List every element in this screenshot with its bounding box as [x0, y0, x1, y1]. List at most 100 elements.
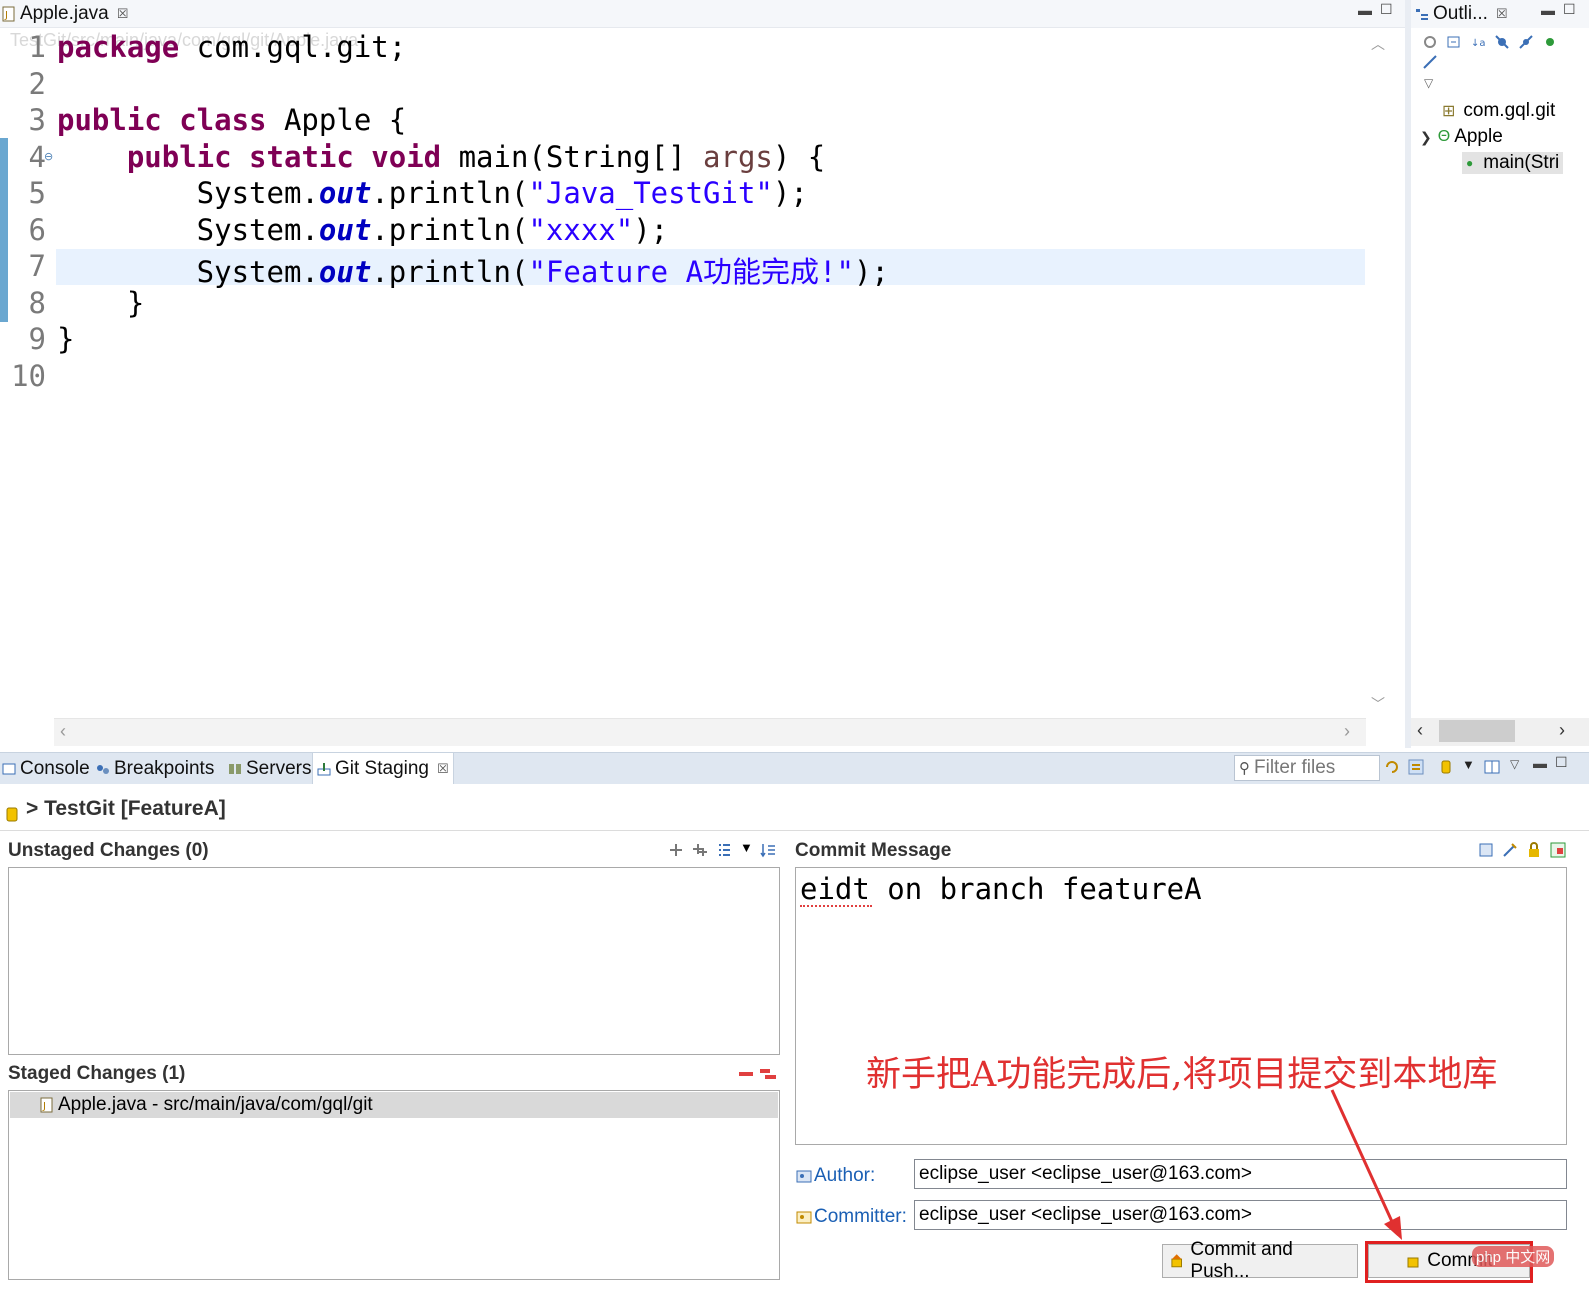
tab-breakpoints[interactable]: Breakpoints: [96, 755, 214, 783]
gpg-sign-icon[interactable]: [1526, 842, 1542, 858]
sync-icon[interactable]: [1422, 34, 1438, 50]
static-field: out: [318, 255, 372, 289]
code-text: );: [633, 213, 669, 247]
maximize-icon[interactable]: ☐: [1563, 1, 1576, 18]
unstaged-toolbar: ▼: [668, 840, 780, 860]
commit-message-text: eidt on branch featureA: [800, 872, 1202, 906]
stage-icon[interactable]: [668, 842, 684, 858]
maximize-icon[interactable]: ☐: [1380, 1, 1393, 18]
tab-label: Servers: [246, 758, 312, 779]
scroll-left-icon[interactable]: ‹: [1417, 720, 1423, 741]
code-text: );: [772, 176, 808, 210]
commit-toolbar: [1478, 842, 1586, 860]
hide-local-types-icon[interactable]: [1422, 54, 1438, 70]
close-icon[interactable]: ☒: [1496, 6, 1508, 22]
vertical-scrollbar[interactable]: ︿ ﹀: [1366, 30, 1390, 718]
sort-icon[interactable]: [760, 842, 776, 858]
close-icon[interactable]: ☒: [437, 761, 449, 777]
signed-off-icon[interactable]: [1502, 842, 1518, 858]
line-number: 9: [28, 322, 46, 356]
minimize-icon[interactable]: ▬: [1533, 755, 1547, 771]
unstage-icon[interactable]: [738, 1066, 754, 1082]
staged-toolbar: [738, 1066, 778, 1082]
tab-servers[interactable]: Servers: [228, 755, 311, 783]
java-file-icon: J: [2, 6, 15, 22]
commit-and-push-button[interactable]: Commit and Push...: [1162, 1239, 1358, 1282]
unstaged-changes-title: Unstaged Changes (0): [8, 840, 209, 861]
staged-changes-title: Staged Changes (1): [8, 1063, 186, 1084]
outline-tab-bar: Outli... ☒ ▬ ☐: [1411, 0, 1589, 28]
tree-view-icon[interactable]: [716, 842, 732, 858]
repository-header: > TestGit [FeatureA]: [6, 796, 226, 822]
tab-apple-java[interactable]: J Apple.java ☒: [2, 0, 128, 28]
tab-label: Console: [20, 758, 90, 779]
view-menu-icon[interactable]: ▽: [1424, 76, 1433, 90]
staged-changes-list[interactable]: J Apple.java - src/main/java/com/gql/git: [8, 1090, 780, 1280]
code-text: );: [853, 255, 889, 289]
static-field: out: [318, 213, 372, 247]
commit-message-title: Commit Message: [795, 840, 952, 861]
tab-label: Git Staging: [335, 758, 429, 779]
chevron-down-icon[interactable]: ❯: [1420, 129, 1432, 146]
unstaged-changes-list[interactable]: [8, 867, 780, 1055]
breakpoints-icon: [97, 765, 109, 774]
chevron-down-icon[interactable]: ▼: [1462, 757, 1475, 772]
scroll-up-icon[interactable]: ︿: [1371, 34, 1385, 54]
filter-files-input[interactable]: ⚲ Filter files: [1234, 755, 1380, 781]
list-item[interactable]: J Apple.java - src/main/java/com/gql/git: [10, 1092, 778, 1118]
scroll-right-icon[interactable]: ›: [1344, 721, 1350, 742]
outline-package[interactable]: ⊞ com.gql.git: [1442, 100, 1555, 122]
stage-all-icon[interactable]: [692, 842, 708, 858]
close-icon[interactable]: ☒: [117, 6, 129, 22]
committer-icon: [796, 1211, 812, 1224]
committer-field[interactable]: eclipse_user <eclipse_user@163.com>: [914, 1200, 1567, 1230]
outline-method[interactable]: ● main(Stri: [1462, 152, 1564, 174]
commit-message-input[interactable]: eidt on branch featureA: [795, 867, 1567, 1145]
fold-collapse-icon[interactable]: ⊖: [44, 150, 53, 163]
staged-file-label: Apple.java - src/main/java/com/gql/git: [58, 1094, 373, 1115]
link-selection-icon[interactable]: [1408, 759, 1424, 775]
unstage-all-icon[interactable]: [760, 1066, 776, 1082]
add-change-id-icon[interactable]: [1550, 842, 1566, 858]
sort-icon[interactable]: ↓a: [1470, 34, 1486, 50]
servers-icon: [229, 764, 241, 774]
public-method-icon: ●: [1466, 156, 1474, 170]
tab-git-staging[interactable]: Git Staging ☒: [312, 753, 454, 785]
line-number: 7: [28, 249, 46, 283]
maximize-icon[interactable]: ☐: [1555, 754, 1568, 771]
watermark: php 中文网: [1472, 1246, 1555, 1267]
code-line-5: System.out.println("Java_TestGit");: [57, 176, 808, 210]
hide-nonpublic-icon[interactable]: [1542, 34, 1558, 50]
string-literal: "Feature A功能完成!": [528, 255, 854, 289]
code-text: .println(: [371, 176, 529, 210]
author-icon: [796, 1170, 812, 1183]
repository-icon[interactable]: [1438, 759, 1454, 775]
outline-icon: [1416, 9, 1428, 20]
scroll-down-icon[interactable]: ﹀: [1371, 694, 1385, 714]
scroll-thumb[interactable]: [1439, 720, 1515, 742]
hide-fields-icon[interactable]: [1494, 34, 1510, 50]
code-line-7: System.out.println("Feature A功能完成!");: [57, 249, 889, 291]
svg-text:J: J: [42, 1101, 46, 1112]
layout-icon[interactable]: [1484, 759, 1500, 775]
minimize-icon[interactable]: ▬: [1358, 2, 1372, 18]
minimize-icon[interactable]: ▬: [1541, 2, 1555, 18]
tab-console[interactable]: Console: [2, 755, 90, 783]
line-number: 10: [11, 359, 46, 393]
view-menu-icon[interactable]: ▽: [1510, 757, 1519, 771]
refresh-icon[interactable]: [1384, 759, 1400, 775]
amend-icon[interactable]: [1478, 842, 1494, 858]
author-field[interactable]: eclipse_user <eclipse_user@163.com>: [914, 1159, 1567, 1189]
chevron-down-icon[interactable]: ▼: [740, 840, 753, 855]
tab-label: Apple.java: [20, 3, 109, 24]
scroll-left-icon[interactable]: ‹: [60, 721, 66, 742]
collapse-all-icon[interactable]: [1446, 34, 1462, 50]
code-line-4: public static void main(String[] args) {: [57, 140, 825, 174]
horizontal-scrollbar[interactable]: ‹ ›: [54, 718, 1366, 746]
outline-class[interactable]: ❯ Θ Apple: [1420, 126, 1503, 148]
tab-outline[interactable]: Outli... ☒: [1415, 0, 1508, 28]
scroll-right-icon[interactable]: ›: [1559, 720, 1565, 741]
hide-static-icon[interactable]: [1518, 34, 1534, 50]
outline-horizontal-scrollbar[interactable]: ‹ ›: [1411, 718, 1589, 746]
